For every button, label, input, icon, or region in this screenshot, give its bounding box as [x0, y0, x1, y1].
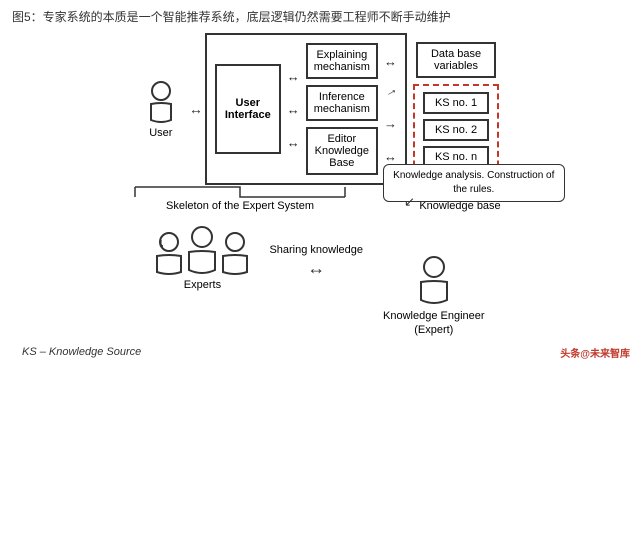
right-arrows: ↔ → → ↔ — [384, 54, 397, 164]
callout-arrow-icon: ↙ — [404, 193, 415, 211]
editor-ks-arrow: ↔ — [384, 149, 397, 164]
editor-kb-box: EditorKnowledgeBase — [306, 127, 378, 175]
figure-title: 图5：专家系统的本质是一个智能推荐系统，底层逻辑仍然需要工程师不断手动维护 — [12, 8, 628, 25]
skeleton-brace-section: Skeleton of the Expert System — [110, 185, 370, 212]
ks-footnote: KS – Knowledge Source — [12, 346, 141, 358]
expert-figure-1 — [155, 230, 183, 276]
user-figure: User — [141, 80, 181, 139]
expert1-head-icon — [157, 230, 181, 254]
bottom-section: Experts Sharing knowledge ↔ Knowledge an… — [12, 224, 628, 338]
expert-figure-3 — [221, 230, 249, 276]
explaining-db-arrow: ↔ — [384, 54, 397, 69]
expert-figure-2 — [187, 224, 217, 276]
experts-label: Experts — [184, 279, 221, 291]
inference-mechanism-box: Inferencemechanism — [306, 85, 378, 121]
experts-group: Experts — [155, 224, 249, 291]
user-body-icon — [147, 102, 175, 124]
ke-label: Knowledge Engineer(Expert) — [383, 309, 485, 338]
experts-figures — [155, 224, 249, 276]
ui-box: UserInterface — [215, 64, 281, 154]
mechanisms-column: Explainingmechanism Inferencemechanism E… — [306, 43, 378, 175]
user-label: User — [149, 127, 172, 139]
top-section: User ↔ UserInterface ↔ ↔ ↔ Explainingmec… — [12, 33, 628, 185]
expert1-body-icon — [155, 254, 183, 276]
skeleton-brace-icon — [130, 185, 350, 199]
ks-dashed-box: KS no. 1 KS no. 2 KS no. n — [413, 84, 499, 176]
inference-ks1-arrow: → — [381, 81, 400, 100]
expert3-body-icon — [221, 254, 249, 276]
knowledge-callout-box: Knowledge analysis. Construction of the … — [383, 164, 565, 202]
ke-head-icon — [421, 254, 447, 280]
watermark: 头条@未来智库 — [560, 345, 630, 360]
expert2-head-icon — [189, 224, 215, 250]
callout-text: Knowledge analysis. Construction of the … — [393, 170, 554, 195]
ks1-box: KS no. 1 — [423, 92, 489, 114]
ui-explaining-arrow: ↔ — [287, 69, 300, 84]
skeleton-label: Skeleton of the Expert System — [166, 200, 314, 212]
ke-figure — [419, 254, 449, 306]
user-head-icon — [150, 80, 172, 102]
ui-inference-arrow: ↔ — [287, 102, 300, 117]
sharing-label: Sharing knowledge — [269, 244, 363, 256]
sharing-arrow-icon: ↔ — [307, 258, 325, 279]
expert3-head-icon — [223, 230, 247, 254]
ui-editor-arrow: ↔ — [287, 135, 300, 150]
ks2-box: KS no. 2 — [423, 119, 489, 141]
user-ui-arrow: ↔ — [189, 101, 203, 117]
kb-section: Data basevariables KS no. 1 KS no. 2 KS … — [413, 42, 499, 176]
inference-ks2-arrow: → — [384, 116, 397, 131]
diagram-area: User ↔ UserInterface ↔ ↔ ↔ Explainingmec… — [12, 33, 628, 358]
database-variables-box: Data basevariables — [416, 42, 496, 78]
knowledge-engineer-group: Knowledge analysis. Construction of the … — [383, 224, 485, 338]
explaining-mechanism-box: Explainingmechanism — [306, 43, 378, 79]
sharing-arrow-group: Sharing knowledge ↔ — [269, 244, 363, 279]
ui-arrows: ↔ ↔ ↔ — [287, 69, 300, 150]
expert2-body-icon — [187, 250, 217, 276]
ke-body-icon — [419, 280, 449, 306]
skeleton-box: UserInterface ↔ ↔ ↔ Explainingmechanism … — [205, 33, 407, 185]
